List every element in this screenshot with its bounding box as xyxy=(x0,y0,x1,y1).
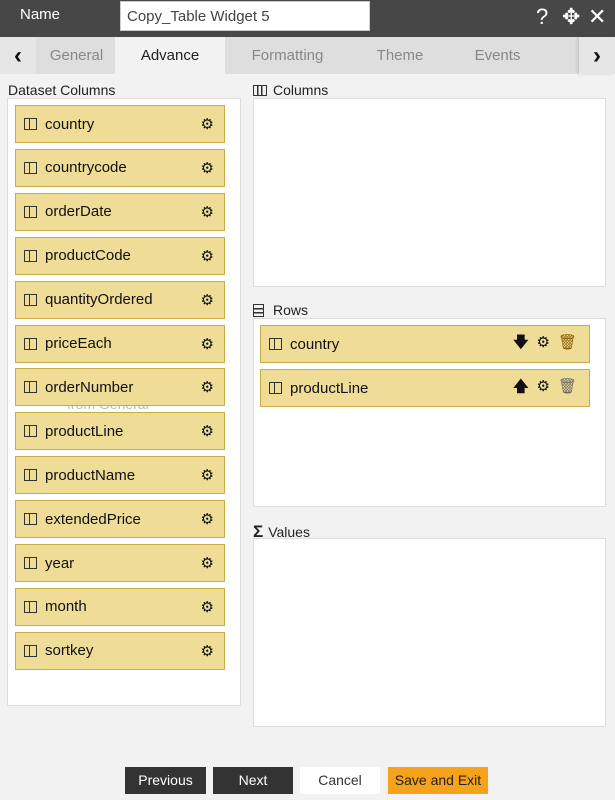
next-button[interactable]: Next xyxy=(213,767,293,794)
table-column-icon xyxy=(24,513,37,526)
row-name: country xyxy=(290,335,340,353)
column-name: orderDate xyxy=(45,203,112,221)
gear-icon[interactable]: ⚙ xyxy=(537,334,550,351)
column-name: sortkey xyxy=(45,642,94,660)
column-name: priceEach xyxy=(45,335,112,352)
dataset-column-item[interactable]: orderNumber ⚙ xyxy=(15,368,225,407)
dataset-column-item[interactable]: extendedPrice ⚙ xyxy=(15,500,225,539)
tab-bar: General Advance Formatting Theme Events … xyxy=(0,37,615,74)
table-column-icon xyxy=(24,644,37,657)
gear-icon[interactable]: ⚙ xyxy=(201,203,214,221)
rows-section-title: Rows xyxy=(253,302,308,318)
dataset-column-item[interactable]: productLine ⚙ xyxy=(15,412,225,451)
dataset-column-item[interactable]: year ⚙ xyxy=(15,544,225,582)
dataset-columns-title: Dataset Columns xyxy=(8,82,116,98)
column-name: month xyxy=(45,598,87,616)
move-icon[interactable]: ✥ xyxy=(562,4,580,30)
trash-icon[interactable]: 🗑 xyxy=(558,334,577,351)
column-name: productLine xyxy=(45,422,124,440)
table-column-icon xyxy=(24,205,37,218)
arrow-up-icon[interactable]: 🡅 xyxy=(513,378,528,395)
table-column-icon xyxy=(269,382,282,394)
chevron-left-icon[interactable]: ‹ xyxy=(0,37,36,74)
table-column-icon xyxy=(24,249,37,262)
columns-section-title: Columns xyxy=(253,82,328,98)
dataset-column-item[interactable]: productCode ⚙ xyxy=(15,236,225,275)
arrow-down-icon[interactable]: 🡇 xyxy=(513,334,528,351)
tab-theme[interactable]: Theme xyxy=(345,37,455,74)
name-label: Name xyxy=(20,6,61,23)
table-column-icon xyxy=(24,425,37,438)
dataset-column-item[interactable]: month ⚙ xyxy=(15,587,225,626)
table-column-icon xyxy=(24,600,37,613)
cancel-button[interactable]: Cancel xyxy=(300,767,380,794)
tab-advance[interactable]: Advance xyxy=(115,37,225,74)
column-name: orderNumber xyxy=(45,378,134,396)
dataset-column-item[interactable]: country ⚙ xyxy=(15,105,225,143)
table-column-icon xyxy=(24,557,37,569)
dataset-column-item[interactable]: sortkey ⚙ xyxy=(15,631,225,670)
table-column-icon xyxy=(24,293,37,306)
column-name: quantityOrdered xyxy=(45,291,153,309)
columns-label: Columns xyxy=(273,82,329,98)
gear-icon[interactable]: ⚙ xyxy=(201,291,214,309)
row-item[interactable]: country 🡇 ⚙ 🗑 xyxy=(260,325,590,363)
gear-icon[interactable]: ⚙ xyxy=(201,378,214,396)
table-column-icon xyxy=(269,338,282,350)
gear-icon[interactable]: ⚙ xyxy=(201,510,214,528)
gear-icon[interactable]: ⚙ xyxy=(201,422,214,440)
table-column-icon xyxy=(24,469,37,482)
column-name: countrycode xyxy=(45,159,127,177)
trash-icon[interactable]: 🗑 xyxy=(558,378,577,395)
gear-icon[interactable]: ⚙ xyxy=(201,247,214,265)
table-column-icon xyxy=(24,118,37,130)
dataset-column-item[interactable]: orderDate ⚙ xyxy=(15,192,225,231)
tab-general[interactable]: General xyxy=(30,37,115,74)
column-name: productCode xyxy=(45,247,131,265)
tab-events[interactable]: Events xyxy=(445,37,550,74)
name-input[interactable] xyxy=(120,1,370,31)
values-dropzone[interactable] xyxy=(253,538,606,727)
gear-icon[interactable]: ⚙ xyxy=(201,598,214,616)
gear-icon[interactable]: ⚙ xyxy=(201,466,214,484)
table-column-icon xyxy=(24,337,37,350)
column-name: year xyxy=(45,554,75,572)
row-name: productLine xyxy=(290,379,369,397)
gear-icon[interactable]: ⚙ xyxy=(201,554,214,572)
gear-icon[interactable]: ⚙ xyxy=(201,159,214,177)
header-bar: Name ? ✥ ✕ xyxy=(0,0,615,37)
table-column-icon xyxy=(24,381,37,394)
gear-icon[interactable]: ⚙ xyxy=(201,642,214,660)
column-name: extendedPrice xyxy=(45,510,141,528)
dataset-column-item[interactable]: quantityOrdered ⚙ xyxy=(15,280,225,319)
chevron-right-icon[interactable]: › xyxy=(579,37,615,74)
save-and-exit-button[interactable]: Save and Exit xyxy=(388,767,488,794)
row-item[interactable]: productLine 🡅 ⚙ 🗑 xyxy=(260,369,590,407)
column-name: productName xyxy=(45,466,136,484)
dataset-column-item[interactable]: priceEach ⚙ xyxy=(15,324,225,363)
gear-icon[interactable]: ⚙ xyxy=(201,335,214,353)
gear-icon[interactable]: ⚙ xyxy=(537,378,550,395)
table-column-icon xyxy=(24,161,37,174)
column-name: country xyxy=(45,115,95,133)
previous-button[interactable]: Previous xyxy=(125,767,206,794)
rows-icon xyxy=(253,303,264,317)
columns-icon xyxy=(253,84,267,96)
rows-label: Rows xyxy=(273,302,309,318)
close-icon[interactable]: ✕ xyxy=(588,4,606,30)
gear-icon[interactable]: ⚙ xyxy=(201,115,214,133)
dataset-column-item[interactable]: productName ⚙ xyxy=(15,456,225,495)
tab-formatting[interactable]: Formatting xyxy=(230,37,345,74)
columns-dropzone[interactable] xyxy=(253,98,606,287)
help-icon[interactable]: ? xyxy=(536,4,548,30)
dataset-column-item[interactable]: countrycode ⚙ xyxy=(15,148,225,187)
